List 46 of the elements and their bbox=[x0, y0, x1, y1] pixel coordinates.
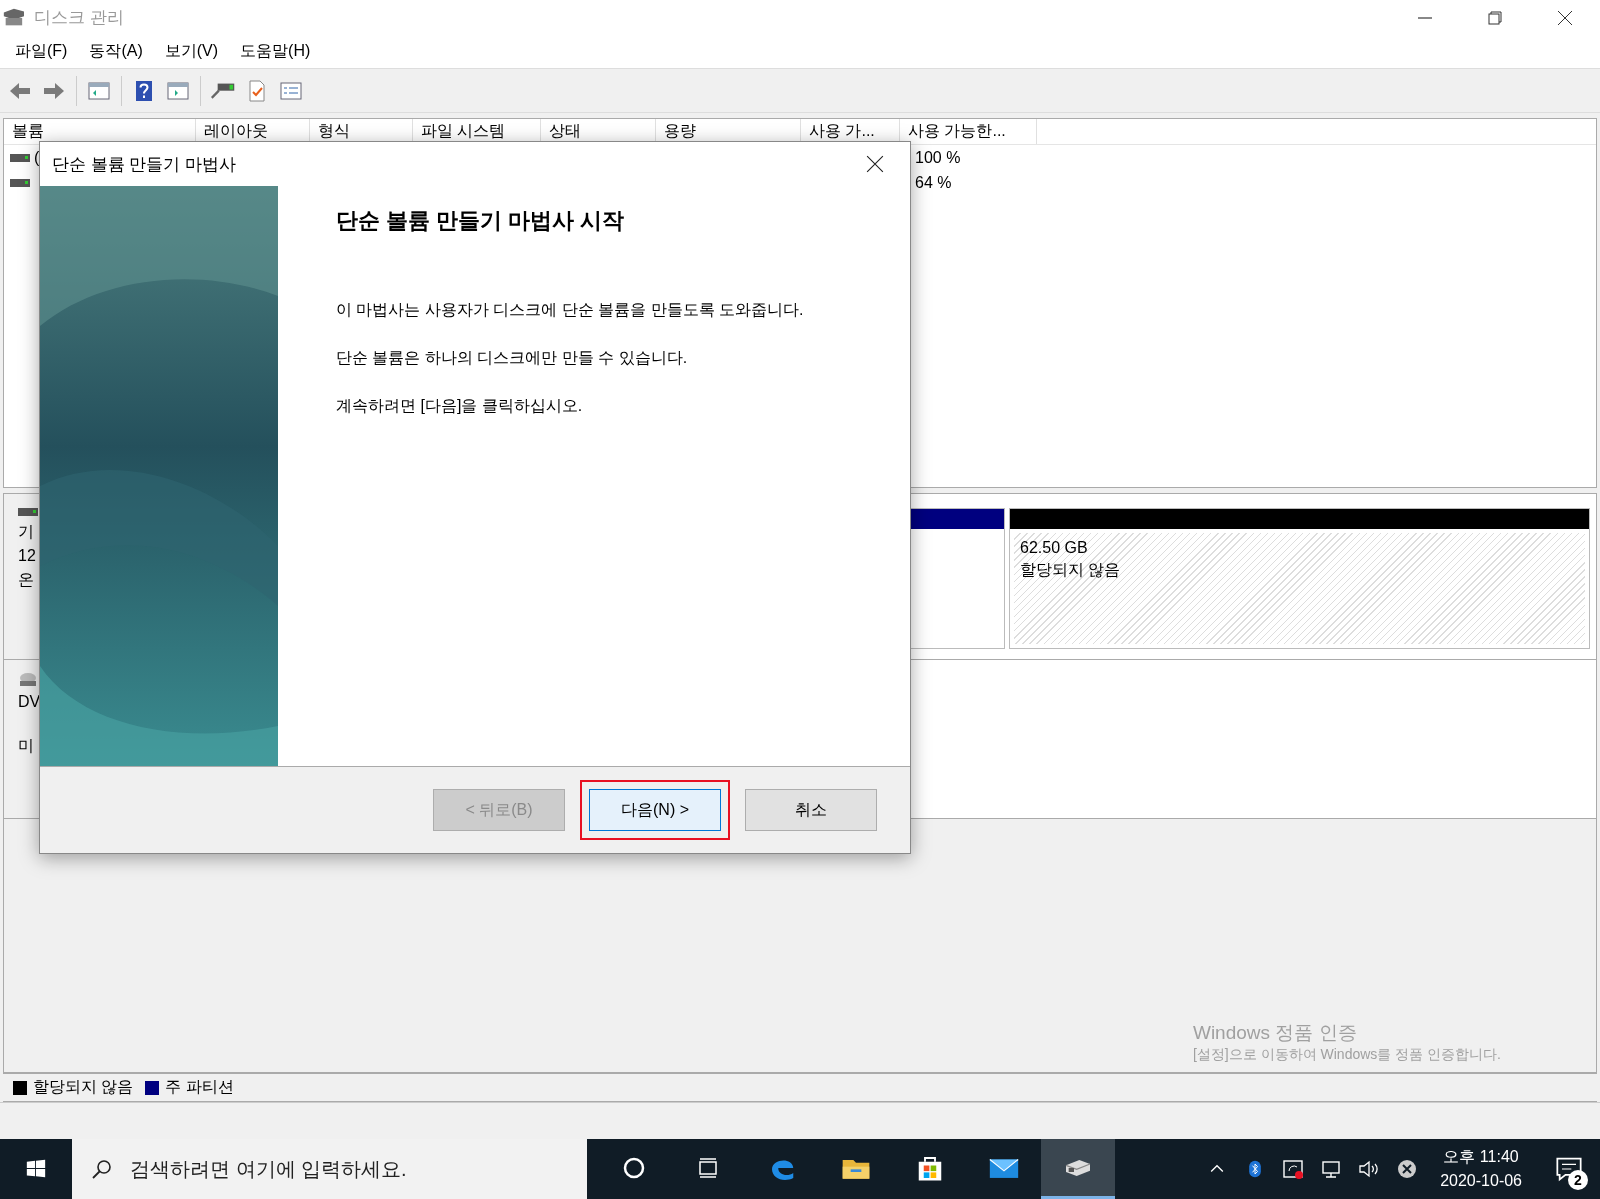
restore-icon bbox=[1487, 9, 1503, 26]
drive-icon bbox=[18, 506, 38, 518]
wizard-text: 계속하려면 [다음]을 클릭하십시오. bbox=[336, 396, 584, 416]
partition-status: 할당되지 않음 bbox=[1020, 560, 1122, 580]
drive-icon bbox=[10, 176, 30, 189]
activation-text: [설정]으로 이동하여 Windows를 정품 인증합니다. bbox=[1192, 1046, 1501, 1064]
disc-drive-icon bbox=[18, 672, 38, 688]
search-field[interactable]: 검색하려면 여기에 입력하세요. bbox=[72, 1139, 587, 1199]
menu-item[interactable]: 파일(F) bbox=[4, 41, 79, 62]
disk-label: 미 bbox=[18, 736, 35, 756]
drive-icon bbox=[10, 151, 30, 164]
disk-label: 기 bbox=[18, 522, 35, 542]
search-icon bbox=[90, 1157, 114, 1181]
windows-logo-icon bbox=[25, 1158, 47, 1180]
table-cell-text: 100 % bbox=[914, 148, 962, 167]
close-icon bbox=[1557, 9, 1573, 26]
legend-label: 할당되지 않음 bbox=[33, 1077, 134, 1097]
disk-label: DV bbox=[18, 692, 42, 712]
window-title: 디스크 관리 bbox=[34, 7, 125, 29]
wizard-heading: 단순 볼륨 만들기 마법사 시작 bbox=[336, 207, 626, 235]
menu-item[interactable]: 보기(V) bbox=[153, 41, 230, 62]
disk-label: 12 bbox=[18, 546, 37, 566]
dialog-title: 단순 볼륨 만들기 마법사 bbox=[52, 153, 238, 176]
activation-title: Windows 정품 인증 bbox=[1192, 1021, 1358, 1045]
connector-icon bbox=[211, 82, 235, 99]
taskbar-app[interactable] bbox=[1041, 1139, 1115, 1199]
sync-icon bbox=[1281, 1157, 1306, 1181]
clock[interactable]: 오후 11:40 2020-10-06 bbox=[1440, 1145, 1522, 1193]
notification-count: 2 bbox=[1568, 1170, 1588, 1190]
dialog-button[interactable]: 다음(N) > bbox=[589, 789, 721, 831]
task-view-icon bbox=[696, 1155, 720, 1180]
disk-label: 온 bbox=[18, 570, 35, 590]
close-icon bbox=[866, 155, 884, 173]
menu-item[interactable]: 동작(A) bbox=[78, 41, 154, 62]
table-cell-text: 64 % bbox=[914, 173, 953, 192]
partition[interactable]: 62.50 GB 할당되지 않음 bbox=[1009, 508, 1590, 649]
minimize-icon bbox=[1418, 16, 1432, 19]
circle-icon bbox=[622, 1155, 646, 1180]
table-cell: ( bbox=[34, 148, 40, 167]
partition-size: 62.50 GB bbox=[1020, 538, 1089, 558]
wizard-text: 단순 볼륨은 하나의 디스크에만 만들 수 있습니다. bbox=[336, 348, 689, 368]
message-icon bbox=[1555, 1155, 1583, 1183]
dialog-button[interactable]: 취소 bbox=[745, 789, 877, 831]
legend-label: 주 파티션 bbox=[165, 1077, 234, 1097]
menu-item[interactable]: 도움말(H) bbox=[229, 41, 322, 62]
wizard-text: 이 마법사는 사용자가 디스크에 단순 볼륨을 만들도록 도와줍니다. bbox=[336, 300, 805, 320]
